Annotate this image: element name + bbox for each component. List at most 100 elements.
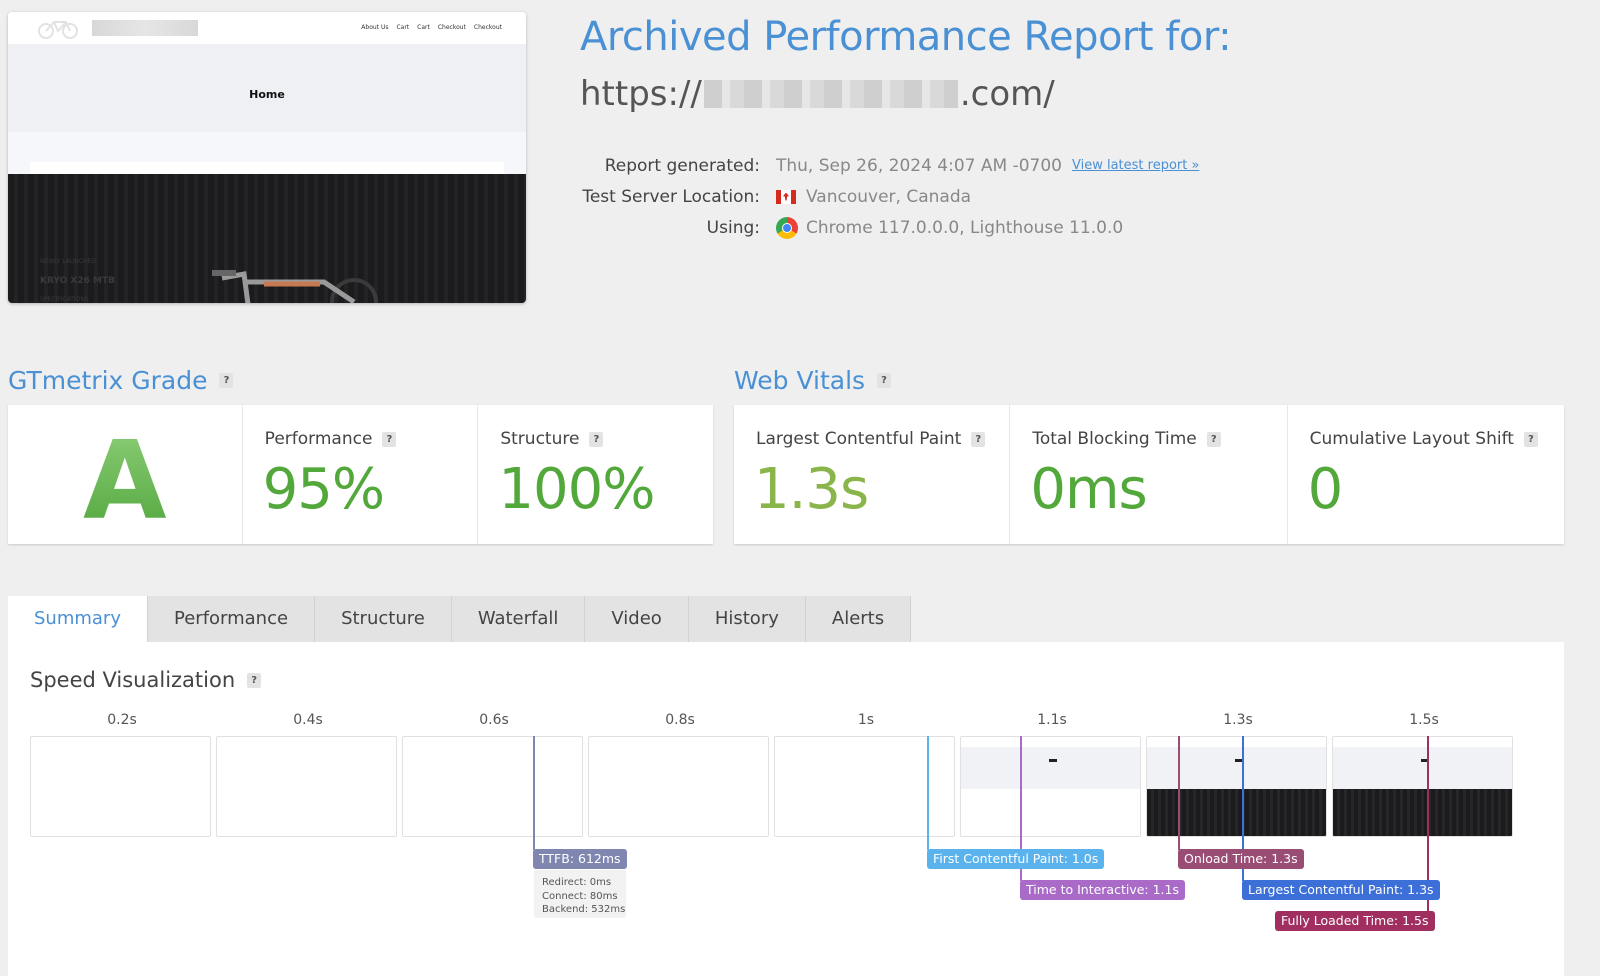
filmstrip-frame[interactable] bbox=[1146, 736, 1327, 837]
gtmetrix-grade-heading: GTmetrix Grade ? bbox=[8, 366, 234, 395]
preview-nav-link: Checkout bbox=[473, 24, 502, 31]
timeline-tick: 1.1s bbox=[1037, 712, 1067, 728]
report-meta: Report generated: Thu, Sep 26, 2024 4:07… bbox=[560, 150, 1199, 243]
timeline-tick: 0.6s bbox=[479, 712, 509, 728]
preview-nav-link: Cart bbox=[396, 24, 410, 31]
meta-generated-row: Report generated: Thu, Sep 26, 2024 4:07… bbox=[560, 150, 1200, 181]
fcp-marker-line bbox=[927, 736, 929, 850]
url-prefix: https:// bbox=[580, 74, 702, 114]
url-suffix: .com/ bbox=[959, 74, 1055, 114]
blurred-site-name bbox=[92, 20, 198, 36]
lcp-value: 1.3s bbox=[754, 457, 869, 522]
timeline-tick: 0.4s bbox=[293, 712, 323, 728]
tab-video[interactable]: Video bbox=[585, 596, 689, 642]
filmstrip-frame[interactable] bbox=[402, 736, 583, 837]
onload-marker-label[interactable]: Onload Time: 1.3s bbox=[1178, 849, 1304, 869]
gtmetrix-grade-title: GTmetrix Grade bbox=[8, 366, 208, 395]
report-title: Archived Performance Report for: bbox=[580, 14, 1232, 60]
ttfb-redirect: Redirect: 0ms bbox=[542, 877, 612, 888]
preview-hero-title: Home bbox=[249, 88, 285, 101]
filmstrip-frame[interactable] bbox=[30, 736, 211, 837]
help-icon[interactable]: ? bbox=[247, 672, 262, 688]
lcp-label: Largest Contentful Paint bbox=[756, 429, 962, 449]
lcp-marker-label[interactable]: Largest Contentful Paint: 1.3s bbox=[1242, 880, 1440, 900]
fcp-marker-label[interactable]: First Contentful Paint: 1.0s bbox=[927, 849, 1105, 869]
location-value: Vancouver, Canada bbox=[806, 186, 972, 207]
tab-structure[interactable]: Structure bbox=[315, 596, 452, 642]
preview-banner-link: SPECIFICATIONS bbox=[40, 296, 89, 303]
preview-nav-link: Checkout bbox=[437, 24, 466, 31]
view-latest-report-link[interactable]: View latest report » bbox=[1072, 158, 1199, 173]
chrome-icon bbox=[776, 216, 798, 239]
preview-card bbox=[30, 162, 504, 174]
grade-letter: A bbox=[8, 419, 242, 544]
tab-summary[interactable]: Summary bbox=[8, 596, 148, 642]
preview-nav-links: About Us Cart Cart Checkout Checkout bbox=[361, 24, 502, 31]
web-vitals-title: Web Vitals bbox=[734, 366, 866, 395]
help-icon[interactable]: ? bbox=[382, 431, 397, 447]
filmstrip-frame[interactable] bbox=[216, 736, 397, 837]
ttfb-breakdown: Redirect: 0ms Connect: 80ms Backend: 532… bbox=[534, 870, 626, 918]
timeline-tick: 0.8s bbox=[665, 712, 695, 728]
report-url: https:// .com/ bbox=[580, 74, 1055, 114]
tab-waterfall[interactable]: Waterfall bbox=[451, 596, 586, 642]
tbt-value: 0ms bbox=[1030, 457, 1147, 522]
timeline-tick: 1.3s bbox=[1223, 712, 1253, 728]
tab-history[interactable]: History bbox=[688, 596, 806, 642]
performance-cell: Performance ? 95% bbox=[243, 405, 479, 544]
timeline-tick: 0.2s bbox=[107, 712, 137, 728]
structure-value: 100% bbox=[498, 457, 655, 522]
speed-visualization-heading: Speed Visualization ? bbox=[30, 668, 262, 692]
fully-loaded-marker-label[interactable]: Fully Loaded Time: 1.5s bbox=[1275, 911, 1435, 931]
help-icon[interactable]: ? bbox=[219, 373, 234, 388]
help-icon[interactable]: ? bbox=[877, 373, 892, 388]
ttfb-marker-label[interactable]: TTFB: 612ms bbox=[533, 849, 627, 869]
filmstrip-frame[interactable] bbox=[588, 736, 769, 837]
help-icon[interactable]: ? bbox=[971, 431, 986, 447]
web-vitals-heading: Web Vitals ? bbox=[734, 366, 892, 395]
grade-cell: A bbox=[8, 405, 243, 544]
ttfb-connect: Connect: 80ms bbox=[542, 890, 618, 902]
page-screenshot-preview: About Us Cart Cart Checkout Checkout Hom… bbox=[8, 12, 526, 303]
bike-image bbox=[212, 270, 378, 303]
meta-location-row: Test Server Location: Vancouver, Canada bbox=[560, 181, 1199, 212]
generated-label: Report generated: bbox=[604, 155, 760, 176]
tab-performance[interactable]: Performance bbox=[148, 596, 316, 642]
tab-alerts[interactable]: Alerts bbox=[805, 596, 912, 642]
preview-banner-title: KRYO X26 MTB bbox=[40, 276, 115, 286]
performance-value: 95% bbox=[262, 457, 385, 522]
bicycle-logo-icon bbox=[38, 21, 78, 39]
gtmetrix-grade-card: A Performance ? 95% Structure ? 100% bbox=[8, 405, 713, 544]
generated-value: Thu, Sep 26, 2024 4:07 AM -0700 bbox=[776, 155, 1062, 176]
speed-visualization-title: Speed Visualization bbox=[30, 668, 236, 692]
cls-label: Cumulative Layout Shift bbox=[1309, 429, 1514, 449]
ttfb-marker-line bbox=[533, 736, 535, 850]
filmstrip-frame[interactable] bbox=[960, 736, 1141, 837]
structure-cell: Structure ? 100% bbox=[478, 405, 713, 544]
timeline-tick: 1.5s bbox=[1409, 712, 1439, 728]
report-tabs: Summary Performance Structure Waterfall … bbox=[8, 596, 912, 642]
ttfb-backend: Backend: 532ms bbox=[542, 904, 626, 915]
web-vitals-card: Largest Contentful Paint ? 1.3s Total Bl… bbox=[734, 405, 1564, 544]
preview-nav-link: About Us bbox=[361, 24, 389, 31]
timeline-tick: 1s bbox=[857, 712, 875, 728]
cls-cell: Cumulative Layout Shift ? 0 bbox=[1288, 405, 1564, 544]
onload-marker-line bbox=[1178, 736, 1180, 850]
meta-using-row: Using: Chrome 117.0.0.0, Lighthouse 11.0… bbox=[560, 212, 1199, 243]
tbt-label: Total Blocking Time bbox=[1032, 429, 1197, 449]
help-icon[interactable]: ? bbox=[589, 431, 604, 447]
performance-label: Performance bbox=[264, 429, 373, 449]
tbt-cell: Total Blocking Time ? 0ms bbox=[1010, 405, 1288, 544]
help-icon[interactable]: ? bbox=[1206, 431, 1221, 447]
cls-value: 0 bbox=[1307, 457, 1344, 522]
structure-label: Structure bbox=[500, 429, 580, 449]
lcp-cell: Largest Contentful Paint ? 1.3s bbox=[734, 405, 1011, 544]
preview-navbar: About Us Cart Cart Checkout Checkout bbox=[8, 12, 526, 44]
preview-nav-link: Cart bbox=[417, 24, 430, 31]
using-label: Using: bbox=[706, 217, 760, 238]
tti-marker-label[interactable]: Time to Interactive: 1.1s bbox=[1020, 880, 1185, 900]
canada-flag-icon bbox=[776, 189, 796, 204]
help-icon[interactable]: ? bbox=[1523, 431, 1538, 447]
filmstrip-frame[interactable] bbox=[1332, 736, 1513, 837]
preview-banner-kicker: NEWLY LAUNCHED bbox=[40, 258, 96, 265]
